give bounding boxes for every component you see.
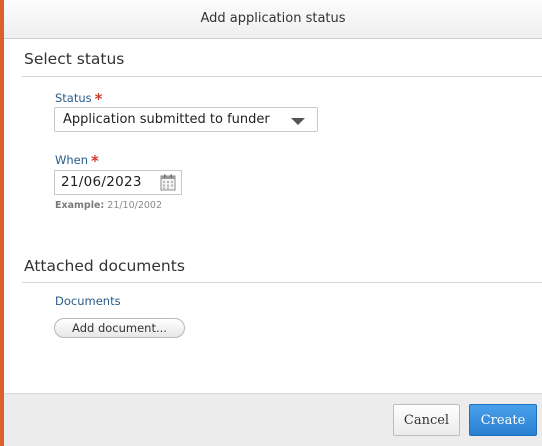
section-divider: [22, 282, 542, 283]
left-accent-bar: [0, 0, 4, 446]
status-select[interactable]: Application submitted to funder: [54, 107, 318, 132]
when-label-text: When: [55, 153, 89, 167]
when-date-input[interactable]: 21/06/2023: [54, 170, 182, 195]
calendar-icon[interactable]: [160, 174, 176, 191]
hint-prefix: Example:: [55, 200, 105, 211]
date-format-hint: Example: 21/10/2002: [55, 200, 162, 211]
create-button[interactable]: Create: [469, 404, 537, 436]
status-select-value: Application submitted to funder: [63, 112, 270, 127]
hint-example: 21/10/2002: [107, 200, 163, 211]
section-title-select-status: Select status: [24, 50, 125, 68]
required-marker: *: [94, 90, 103, 108]
documents-label: Documents: [55, 294, 121, 308]
when-label: When *: [55, 150, 99, 170]
when-date-value: 21/06/2023: [61, 174, 142, 190]
required-marker: *: [91, 152, 99, 170]
status-label-text: Status: [55, 91, 92, 105]
cancel-button[interactable]: Cancel: [393, 404, 460, 436]
dialog-footer: [4, 393, 542, 446]
chevron-down-icon: [291, 118, 305, 125]
section-divider: [22, 76, 542, 77]
dialog-titlebar: Add application status: [4, 0, 542, 39]
section-title-attached-documents: Attached documents: [24, 257, 185, 275]
dialog-title: Add application status: [200, 11, 346, 26]
add-application-status-dialog: Add application status Select status Sta…: [0, 0, 542, 446]
status-label: Status *: [55, 88, 103, 108]
add-document-button[interactable]: Add document...: [54, 318, 185, 338]
